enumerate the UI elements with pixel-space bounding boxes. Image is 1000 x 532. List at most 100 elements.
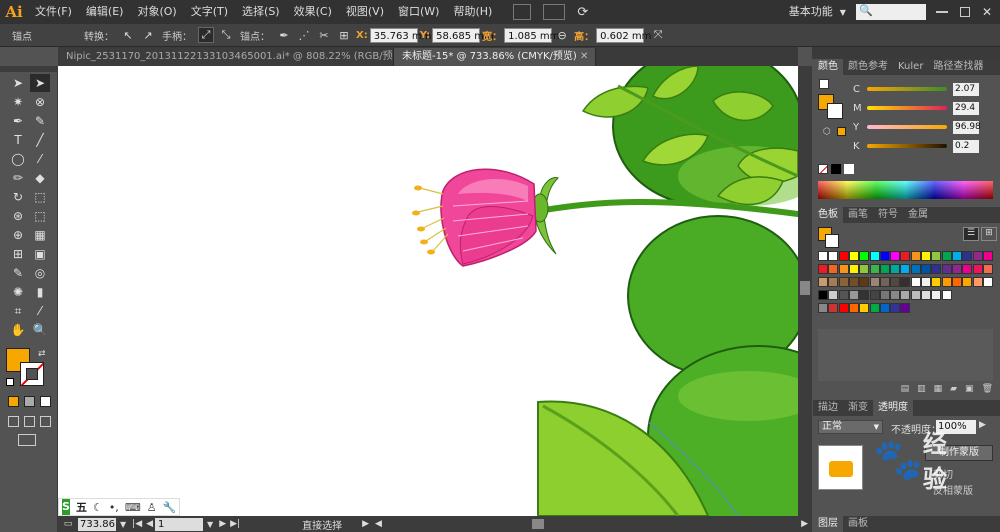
type-tool-icon[interactable]: T bbox=[8, 131, 28, 149]
scroll-thumb[interactable] bbox=[800, 281, 810, 295]
remove-anchor-icon[interactable]: ✒ bbox=[276, 27, 292, 43]
column-graph-tool-icon[interactable]: ▮ bbox=[30, 283, 50, 301]
close-button[interactable]: ✕ bbox=[982, 5, 992, 19]
color-swatch[interactable] bbox=[910, 290, 921, 300]
delete-swatch-icon[interactable]: 🗑 bbox=[982, 384, 993, 396]
maximize-button[interactable] bbox=[959, 7, 970, 17]
menu-view[interactable]: 视图(V) bbox=[339, 0, 391, 24]
color-swatch[interactable] bbox=[900, 303, 911, 313]
gamut-warning-icon[interactable]: ⬡ bbox=[823, 127, 831, 137]
color-swatch[interactable] bbox=[900, 264, 911, 274]
color-swatch[interactable] bbox=[951, 251, 962, 261]
color-swatch[interactable] bbox=[869, 290, 880, 300]
color-swatch[interactable] bbox=[910, 264, 921, 274]
warp-tool-icon[interactable]: ⊛ bbox=[8, 207, 28, 225]
x-field[interactable]: 35.763 mm bbox=[369, 27, 431, 43]
y-value[interactable]: 96.98 bbox=[953, 120, 981, 134]
color-swatch[interactable] bbox=[890, 264, 901, 274]
color-swatch[interactable] bbox=[951, 264, 962, 274]
color-swatch[interactable] bbox=[848, 251, 859, 261]
list-view-icon[interactable]: ☰ bbox=[963, 227, 979, 241]
color-swatch[interactable] bbox=[869, 277, 880, 287]
tab-gradient[interactable]: 渐变 bbox=[843, 400, 873, 416]
k-value[interactable]: 0.2 bbox=[953, 139, 979, 153]
white-swatch[interactable] bbox=[844, 164, 854, 174]
screen-mode-icon[interactable] bbox=[18, 434, 36, 446]
color-swatch[interactable] bbox=[859, 277, 870, 287]
color-swatch[interactable] bbox=[972, 277, 983, 287]
color-swatch[interactable] bbox=[962, 264, 973, 274]
color-swatch[interactable] bbox=[962, 251, 973, 261]
rotate-tool-icon[interactable]: ↻ bbox=[8, 188, 28, 206]
menu-object[interactable]: 对象(O) bbox=[130, 0, 183, 24]
color-swatch[interactable] bbox=[982, 264, 993, 274]
connect-anchor-icon[interactable]: ⋰ bbox=[296, 27, 312, 43]
user-icon[interactable]: ♙ bbox=[147, 501, 157, 514]
default-colors-icon[interactable] bbox=[6, 378, 14, 386]
color-swatch[interactable] bbox=[818, 277, 828, 287]
workspace-switcher[interactable]: 基本功能 bbox=[782, 0, 840, 24]
color-swatch[interactable] bbox=[931, 277, 942, 287]
color-swatch[interactable] bbox=[890, 251, 901, 261]
tab-document-2[interactable]: 未标题-15* @ 733.86% (CMYK/预览) ✕ bbox=[394, 48, 596, 66]
color-swatch[interactable] bbox=[941, 290, 952, 300]
color-swatch[interactable] bbox=[921, 264, 931, 274]
zoom-tool-icon[interactable]: 🔍 bbox=[30, 321, 50, 339]
color-swatch[interactable] bbox=[848, 303, 859, 313]
default-swatch-mini[interactable] bbox=[819, 79, 829, 89]
draw-inside-icon[interactable] bbox=[40, 416, 51, 427]
line-tool-icon[interactable]: ╱ bbox=[30, 131, 50, 149]
color-swatch[interactable] bbox=[931, 264, 942, 274]
tab-symbols[interactable]: 符号 bbox=[873, 207, 903, 223]
color-swatch[interactable] bbox=[879, 303, 890, 313]
none-color-icon[interactable] bbox=[818, 164, 828, 174]
menu-file[interactable]: 文件(F) bbox=[28, 0, 79, 24]
tab-artboards[interactable]: 画板 bbox=[843, 516, 873, 532]
menu-type[interactable]: 文字(T) bbox=[184, 0, 235, 24]
new-color-group-icon[interactable]: ▰ bbox=[950, 384, 957, 396]
lasso-tool-icon[interactable]: ⊗ bbox=[30, 93, 50, 111]
tab-metals[interactable]: 金属 bbox=[903, 207, 933, 223]
curvature-tool-icon[interactable]: ✎ bbox=[30, 112, 50, 130]
chevron-down-icon[interactable]: ▼ bbox=[840, 8, 846, 17]
color-swatch[interactable] bbox=[900, 290, 911, 300]
vertical-scrollbar[interactable] bbox=[798, 66, 812, 516]
paintbrush-tool-icon[interactable]: ⁄ bbox=[30, 150, 50, 168]
color-mode-icon[interactable] bbox=[8, 396, 19, 407]
status-menu-icon[interactable]: ▶ bbox=[362, 519, 369, 529]
slider-m[interactable]: M 29.4 bbox=[853, 101, 998, 115]
menu-edit[interactable]: 编辑(E) bbox=[79, 0, 131, 24]
artboard-field[interactable]: 1 bbox=[155, 517, 204, 531]
color-swatch[interactable] bbox=[859, 251, 870, 261]
color-swatch[interactable] bbox=[972, 264, 983, 274]
color-swatch[interactable] bbox=[818, 251, 828, 261]
swatch-libraries-icon[interactable]: ▤ bbox=[901, 384, 910, 396]
color-swatch[interactable] bbox=[982, 277, 993, 287]
color-swatch[interactable] bbox=[828, 303, 839, 313]
y-field[interactable]: 58.685 mm bbox=[432, 27, 494, 43]
show-handles-icon[interactable]: ⤢ bbox=[198, 27, 214, 43]
color-swatch[interactable] bbox=[869, 264, 880, 274]
artboard-dropdown-icon[interactable]: ▼ bbox=[207, 520, 213, 529]
color-swatch[interactable] bbox=[828, 264, 839, 274]
color-swatch[interactable] bbox=[838, 290, 849, 300]
draw-behind-icon[interactable] bbox=[24, 416, 35, 427]
scale-tool-icon[interactable]: ⬚ bbox=[30, 188, 50, 206]
color-swatch[interactable] bbox=[900, 251, 911, 261]
cut-path-icon[interactable]: ✂ bbox=[316, 27, 332, 43]
menu-select[interactable]: 选择(S) bbox=[235, 0, 287, 24]
color-swatch[interactable] bbox=[962, 277, 973, 287]
wrench-icon[interactable]: 🔧 bbox=[163, 501, 177, 514]
color-swatch[interactable] bbox=[890, 303, 901, 313]
opacity-arrow-icon[interactable]: ▶ bbox=[979, 420, 986, 430]
convert-smooth-icon[interactable]: ↗ bbox=[140, 27, 156, 43]
k-track[interactable] bbox=[867, 144, 947, 148]
object-thumbnail[interactable] bbox=[818, 445, 863, 490]
transform-icon[interactable]: ⤧ bbox=[650, 27, 666, 43]
tab-transparency[interactable]: 透明度 bbox=[873, 400, 913, 416]
slider-c[interactable]: C 2.07 bbox=[853, 82, 998, 96]
artboard-tool-icon[interactable]: ⌗ bbox=[8, 302, 28, 320]
perspective-tool-icon[interactable]: ▦ bbox=[30, 226, 50, 244]
color-swatch[interactable] bbox=[931, 251, 942, 261]
first-artboard-icon[interactable]: |◀ bbox=[132, 519, 142, 529]
